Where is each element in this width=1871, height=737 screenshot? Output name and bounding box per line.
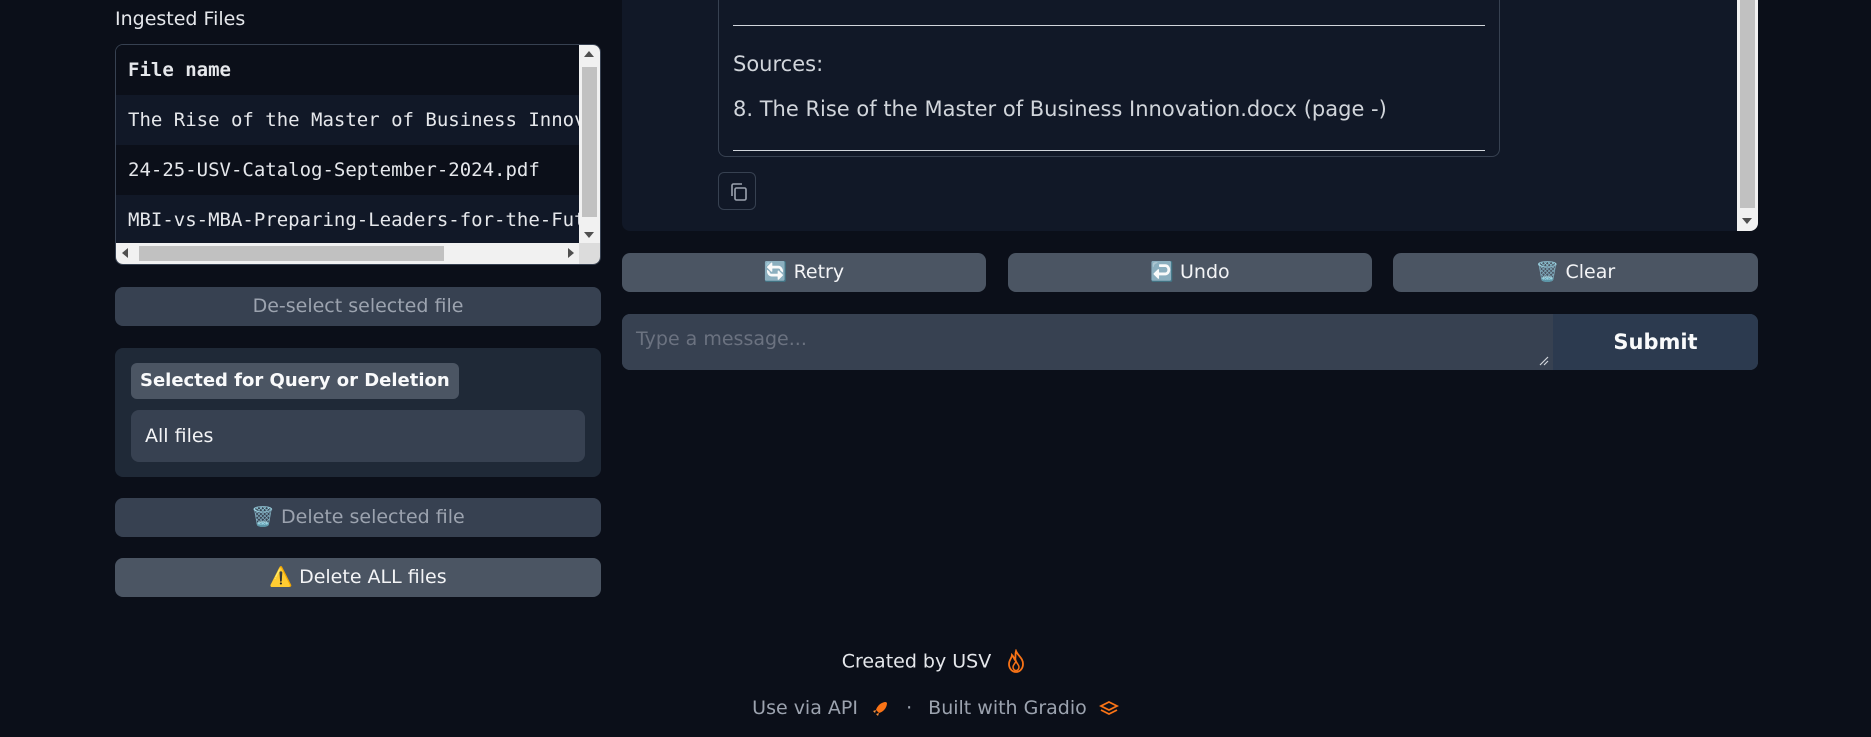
resize-grip-icon[interactable] [1539,356,1549,366]
footer-credit: Created by USV [0,649,1871,675]
file-table-header[interactable]: File name [116,45,580,95]
ingested-files-label: Ingested Files [115,8,246,30]
source-item: 8. The Rise of the Master of Business In… [733,97,1387,121]
footer-separator: · [906,697,913,719]
deselect-file-button[interactable]: De-select selected file [115,287,601,326]
file-row[interactable]: MBI-vs-MBA-Preparing-Leaders-for-the-Fut… [116,195,580,244]
copy-message-button[interactable] [718,172,756,210]
rocket-icon [873,701,888,716]
chat-vertical-scrollbar[interactable] [1737,0,1758,231]
footer-links: Use via API · Built with Gradio [0,697,1871,719]
flame-icon [1008,649,1025,673]
scrollbar-thumb[interactable] [582,67,597,217]
ingested-files-table[interactable]: File name The Rise of the Master of Busi… [115,44,601,265]
delete-all-files-button[interactable]: ⚠️ Delete ALL files [115,558,601,597]
chat-message-bubble: Sources: 8. The Rise of the Master of Bu… [718,0,1500,157]
undo-button[interactable]: ↩️ Undo [1008,253,1372,292]
message-composer: Submit [622,314,1758,370]
scroll-down-arrow-icon[interactable] [584,232,594,238]
selected-file-label: Selected for Query or Deletion [131,363,459,399]
message-input[interactable] [622,314,1553,370]
file-table-rows: File name The Rise of the Master of Busi… [116,45,580,244]
scroll-down-arrow-icon[interactable] [1742,218,1752,224]
retry-button[interactable]: 🔄 Retry [622,253,986,292]
selected-file-value[interactable]: All files [131,410,585,462]
scrollbar-thumb[interactable] [139,246,444,261]
selected-file-panel: Selected for Query or Deletion All files [115,348,601,477]
file-row[interactable]: The Rise of the Master of Business Innov… [116,95,580,145]
chatbot-panel: Sources: 8. The Rise of the Master of Bu… [622,0,1758,231]
file-row[interactable]: 24-25-USV-Catalog-September-2024.pdf [116,145,580,195]
submit-button[interactable]: Submit [1553,314,1758,370]
divider [733,25,1485,26]
copy-icon [731,183,747,201]
sources-label: Sources: [733,52,824,76]
created-by-text: Created by USV [841,650,992,673]
clear-button[interactable]: 🗑️ Clear [1393,253,1758,292]
scroll-right-arrow-icon[interactable] [568,248,574,258]
scroll-left-arrow-icon[interactable] [122,248,128,258]
file-table-horizontal-scrollbar[interactable] [116,243,580,264]
delete-selected-file-button[interactable]: 🗑️ Delete selected file [115,498,601,537]
built-with-gradio-link[interactable]: Built with Gradio [928,697,1087,719]
gradio-logo-icon [1098,700,1119,715]
scrollbar-thumb[interactable] [1740,0,1755,208]
file-table-vertical-scrollbar[interactable] [579,45,600,244]
scroll-up-arrow-icon[interactable] [584,51,594,57]
scrollbar-corner [579,243,600,264]
use-via-api-link[interactable]: Use via API [752,697,858,719]
divider [733,150,1485,151]
